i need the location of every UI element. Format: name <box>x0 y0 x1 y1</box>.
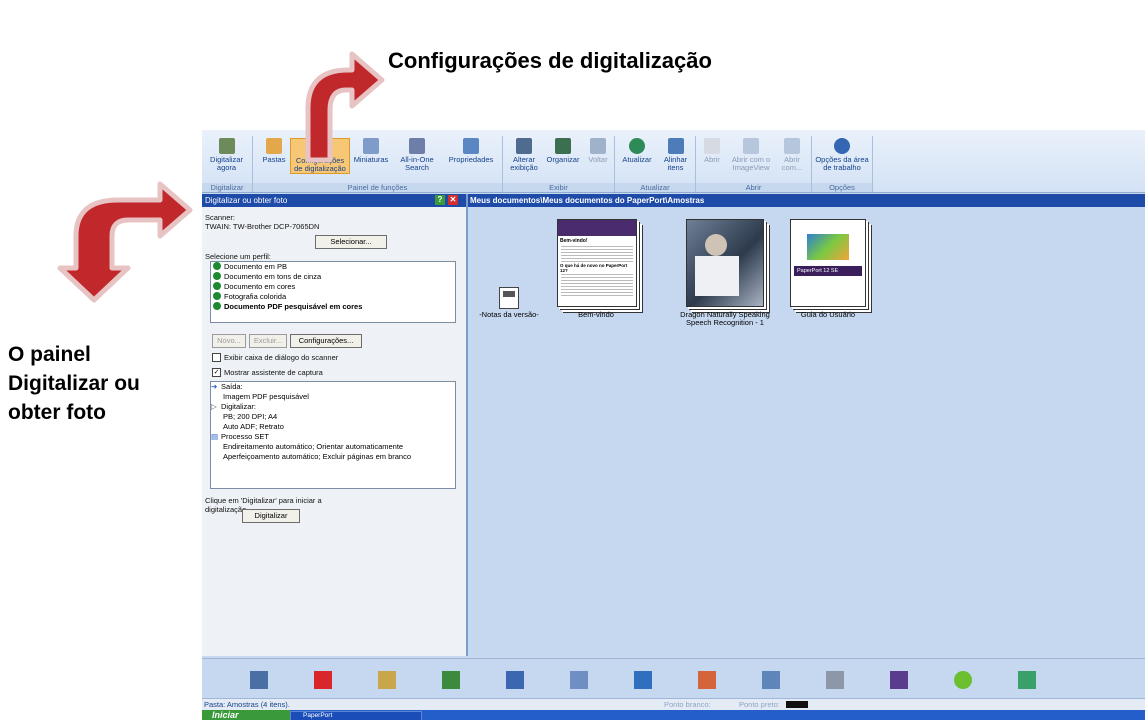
side-arrow <box>57 181 193 303</box>
callout-arrows <box>57 51 385 303</box>
top-arrow <box>305 51 385 163</box>
